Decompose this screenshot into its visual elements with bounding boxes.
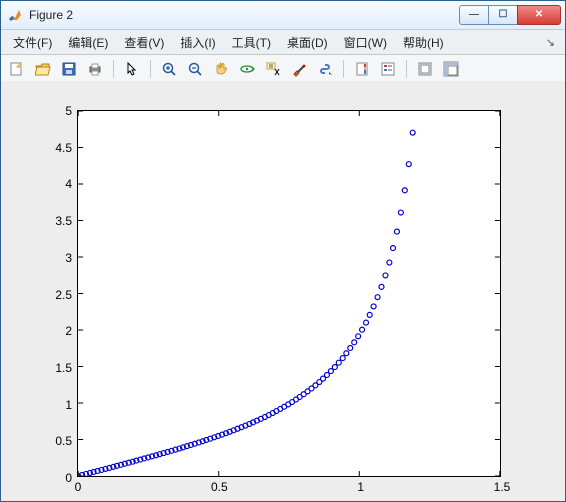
matlab-icon [7,7,23,23]
title-bar[interactable]: Figure 2 — ☐ ✕ [1,1,565,30]
insert-legend-icon [380,61,396,77]
open-file-button[interactable] [31,57,55,81]
dock-figure-icon[interactable]: ↘ [540,34,561,51]
figure-window: Figure 2 — ☐ ✕ 文件(F)编辑(E)查看(V)插入(I)工具(T)… [0,0,566,502]
x-tick-label: 0 [75,480,82,494]
data-cursor-button[interactable] [261,57,285,81]
open-file-icon [35,61,51,77]
show-plot-tools-icon [443,61,459,77]
insert-colorbar-button[interactable] [350,57,374,81]
hide-plot-tools-button[interactable] [413,57,437,81]
minimize-icon: — [469,10,479,20]
print-button[interactable] [83,57,107,81]
toolbar-separator [150,60,151,78]
plot-svg [78,111,500,476]
maximize-button[interactable]: ☐ [488,5,518,25]
close-icon: ✕ [535,10,543,20]
y-tick-label: 0.5 [55,434,72,448]
y-tick-label: 1 [65,398,72,412]
pointer-icon [124,61,140,77]
zoom-in-icon [161,61,177,77]
window-controls: — ☐ ✕ [460,5,561,25]
y-tick-label: 4.5 [55,141,72,155]
rotate-3d-button[interactable] [235,57,259,81]
axes[interactable]: 00.511.522.533.544.5500.511.5 [77,110,501,477]
x-tick-label: 0.5 [211,480,228,494]
zoom-out-button[interactable] [183,57,207,81]
toolbar-separator [113,60,114,78]
save-button[interactable] [57,57,81,81]
menu-item[interactable]: 查看(V) [116,32,172,53]
print-icon [87,61,103,77]
rotate-3d-icon [239,61,255,77]
y-tick-label: 2 [65,324,72,338]
zoom-in-button[interactable] [157,57,181,81]
menu-item[interactable]: 帮助(H) [395,32,452,53]
minimize-button[interactable]: — [459,5,489,25]
window-title: Figure 2 [29,8,73,22]
menu-item[interactable]: 插入(I) [172,32,223,53]
toolbar [1,55,565,84]
hide-plot-tools-icon [417,61,433,77]
y-tick-label: 0 [65,471,72,485]
menu-item[interactable]: 桌面(D) [279,32,336,53]
toolbar-separator [343,60,344,78]
insert-legend-button[interactable] [376,57,400,81]
show-plot-tools-button[interactable] [439,57,463,81]
maximize-icon: ☐ [499,10,508,20]
new-figure-icon [9,61,25,77]
menu-item[interactable]: 窗口(W) [336,32,395,53]
y-tick-label: 4 [65,177,72,191]
link-plots-icon [317,61,333,77]
toolbar-separator [406,60,407,78]
menu-item[interactable]: 工具(T) [224,32,279,53]
x-tick-label: 1.5 [494,480,511,494]
y-tick-label: 5 [65,104,72,118]
save-icon [61,61,77,77]
y-tick-label: 2.5 [55,288,72,302]
menu-item[interactable]: 文件(F) [5,32,60,53]
close-button[interactable]: ✕ [517,5,561,25]
insert-colorbar-icon [354,61,370,77]
y-tick-label: 3.5 [55,214,72,228]
new-figure-button[interactable] [5,57,29,81]
pointer-button[interactable] [120,57,144,81]
link-plots-button[interactable] [313,57,337,81]
brush-icon [291,61,307,77]
x-tick-label: 1 [357,480,364,494]
zoom-out-icon [187,61,203,77]
figure-canvas[interactable]: 0 0.5 1 1.5 2 2.5 3 3.5 4 4.5 5 0 0.5 1 1.5 [1,81,565,501]
pan-button[interactable] [209,57,233,81]
y-tick-label: 3 [65,251,72,265]
brush-button[interactable] [287,57,311,81]
menu-item[interactable]: 编辑(E) [60,32,116,53]
data-cursor-icon [265,61,281,77]
menu-bar: 文件(F)编辑(E)查看(V)插入(I)工具(T)桌面(D)窗口(W)帮助(H)… [1,30,565,55]
y-tick-label: 1.5 [55,361,72,375]
pan-icon [213,61,229,77]
